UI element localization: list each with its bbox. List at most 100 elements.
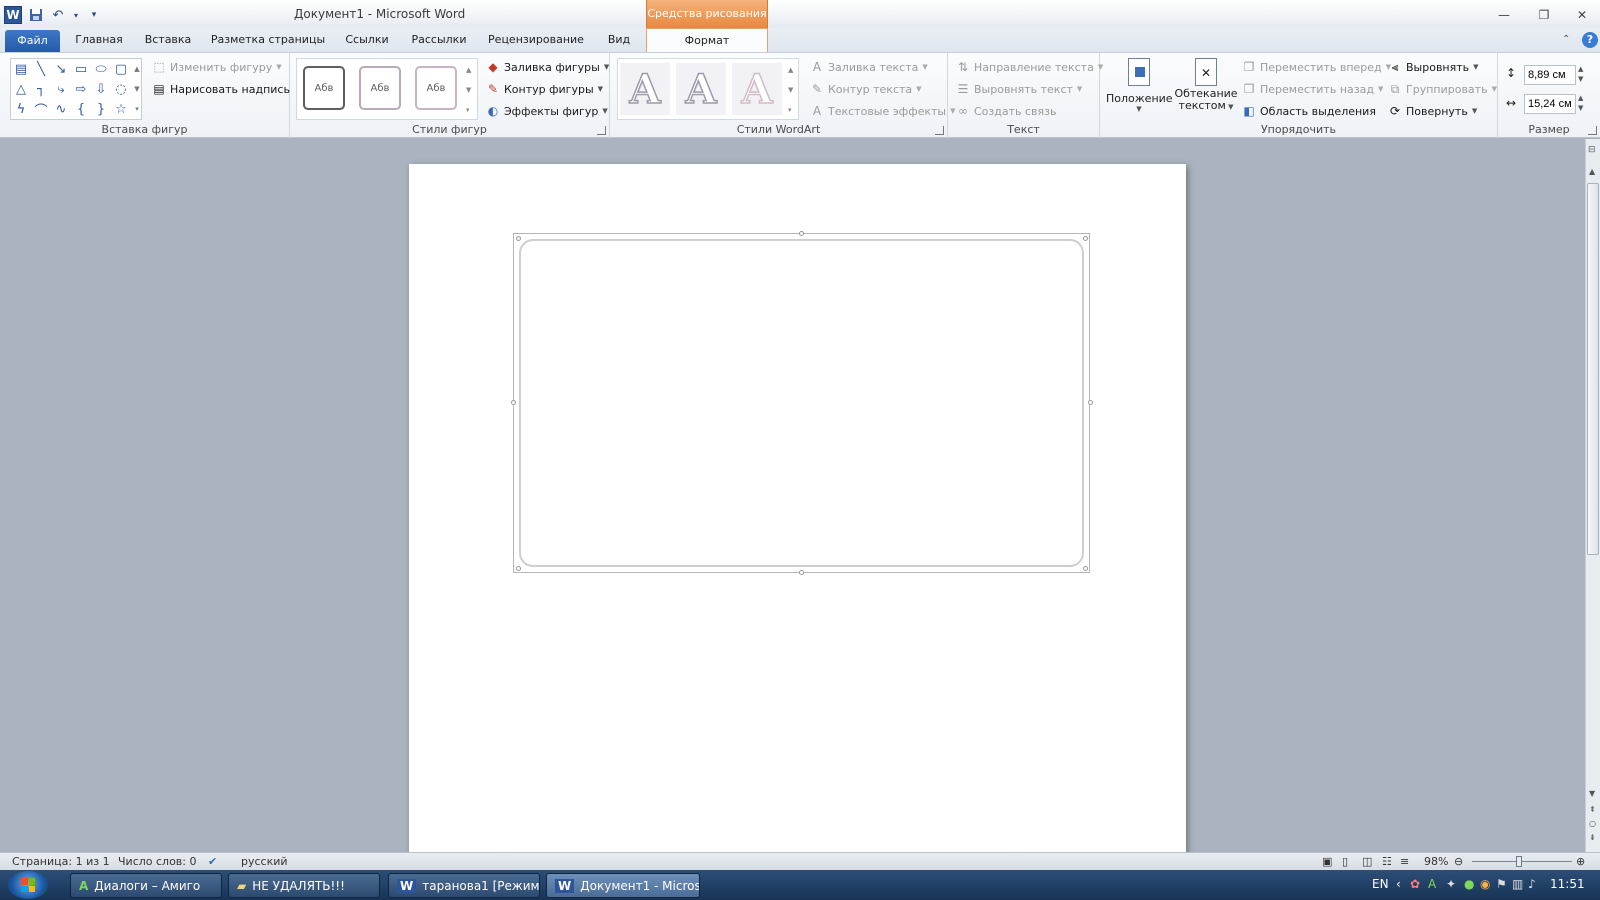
shape-effects-button[interactable]: ◐ Эффекты фигур ▼ (486, 104, 608, 118)
rectangle-shape-icon[interactable]: ▭ (72, 60, 90, 78)
tab-mailings[interactable]: Рассылки (404, 28, 474, 52)
tab-insert[interactable]: Вставка (138, 28, 198, 52)
save-icon[interactable] (28, 7, 44, 23)
bring-forward-button[interactable]: ❐ Переместить вперед ▼ (1242, 60, 1391, 74)
triangle-shape-icon[interactable]: △ (12, 80, 30, 98)
tab-review[interactable]: Рецензирование (482, 28, 590, 52)
tray-update-icon[interactable]: ◉ (1480, 877, 1490, 891)
maximize-button[interactable]: ❐ (1526, 4, 1562, 26)
word-app-icon[interactable]: W (4, 6, 22, 24)
draft-view-icon[interactable]: ≡ (1400, 855, 1409, 868)
zoom-slider-thumb[interactable] (1516, 856, 1522, 867)
text-direction-button[interactable]: ⇅ Направление текста ▼ (956, 60, 1103, 74)
keyboard-language[interactable]: EN (1372, 877, 1389, 891)
height-spinner-icon[interactable]: ▲ ▼ (1578, 64, 1583, 84)
tab-page-layout[interactable]: Разметка страницы (206, 28, 330, 52)
tab-home[interactable]: Главная (68, 28, 130, 52)
customize-qat-icon[interactable]: ▾ (86, 7, 102, 23)
align-text-button[interactable]: ☰ Выровнять текст ▼ (956, 82, 1083, 96)
zoom-out-icon[interactable]: ⊖ (1454, 855, 1463, 868)
shape-style-1[interactable]: Абв (303, 66, 345, 110)
wordart-style-1[interactable]: A (620, 63, 670, 115)
resize-handle-s[interactable] (799, 570, 804, 575)
outline-view-icon[interactable]: ☷ (1382, 855, 1392, 868)
shapes-gallery[interactable]: ▤ ╲ ↘ ▭ ⬭ ▢ △ ┐ ⤷ ⇨ ⇩ ◌ ϟ ⌒ ∿ { } ☆ ▲ ▼ … (10, 58, 142, 120)
resize-handle-ne[interactable] (1083, 236, 1088, 241)
dialog-launcher-icon[interactable] (935, 126, 944, 135)
help-icon[interactable]: ? (1582, 32, 1598, 48)
down-arrow-shape-icon[interactable]: ⇩ (92, 80, 110, 98)
dialog-launcher-icon[interactable] (1588, 126, 1597, 135)
network-icon[interactable]: ▥ (1512, 877, 1523, 891)
vertical-scrollbar[interactable]: ⊟ ▲ ▼ ⇞ ○ ⇟ (1585, 139, 1600, 852)
browse-object-icon[interactable]: ○ (1589, 819, 1596, 828)
right-arrow-shape-icon[interactable]: ⇨ (72, 80, 90, 98)
tab-references[interactable]: Ссылки (338, 28, 396, 52)
resize-handle-e[interactable] (1088, 400, 1093, 405)
resize-handle-nw[interactable] (516, 236, 521, 241)
shape-width-input[interactable] (1524, 94, 1576, 114)
draw-textbox-button[interactable]: ▤ Нарисовать надпись (152, 82, 290, 96)
show-hidden-icons-icon[interactable]: ‹ (1396, 877, 1401, 891)
arc-shape-icon[interactable]: ⌒ (32, 100, 50, 119)
tray-app-icon[interactable]: ✿ (1410, 877, 1420, 891)
wordart-style-3[interactable]: A (732, 63, 782, 115)
flag-icon[interactable]: ⚑ (1496, 877, 1507, 891)
tray-tool-icon[interactable]: ✦ (1446, 877, 1456, 891)
resize-handle-w[interactable] (511, 400, 516, 405)
oval-shape-icon[interactable]: ⬭ (92, 60, 110, 78)
tray-shield-icon[interactable]: ● (1464, 877, 1474, 891)
zoom-in-icon[interactable]: ⊕ (1576, 855, 1585, 868)
ruler-toggle-icon[interactable]: ⊟ (1588, 145, 1596, 155)
curve-shape-icon[interactable]: ∿ (52, 100, 70, 118)
undo-icon[interactable]: ↶ (50, 7, 66, 23)
rounded-rect-shape-icon[interactable]: ▢ (112, 60, 130, 78)
zoom-level[interactable]: 98% (1424, 855, 1448, 868)
wordart-scroll-icon[interactable]: ▲ ▼ ▾ (788, 60, 793, 120)
taskbar-item-word-doc[interactable]: W таранова1 [Режим о... (388, 873, 540, 898)
text-fill-button[interactable]: A Заливка текста ▼ (810, 60, 928, 74)
taskbar-item-document1[interactable]: W Документ1 - Micros... (546, 873, 700, 898)
star-shape-icon[interactable]: ☆ (112, 100, 130, 118)
resize-handle-sw[interactable] (516, 566, 521, 571)
dialog-launcher-icon[interactable] (597, 126, 606, 135)
styles-scroll-icon[interactable]: ▲ ▼ ▾ (466, 60, 471, 120)
group-button[interactable]: ⧉ Группировать ▼ (1388, 82, 1497, 96)
elbow-arrow-connector-icon[interactable]: ⤷ (52, 80, 70, 98)
text-effects-button[interactable]: A Текстовые эффекты ▼ (810, 104, 956, 118)
scroll-down-arrow-icon[interactable]: ▼ (1589, 789, 1595, 798)
elbow-connector-icon[interactable]: ┐ (32, 80, 50, 98)
taskbar-item-amigo[interactable]: A Диалоги – Амиго (70, 873, 222, 898)
scribble-shape-icon[interactable]: ϟ (12, 100, 30, 118)
scroll-up-arrow-icon[interactable]: ▲ (1589, 167, 1595, 176)
shape-style-3[interactable]: Абв (415, 66, 457, 110)
scroll-down-icon[interactable]: ▼ (132, 80, 142, 98)
word-count[interactable]: Число слов: 0 (118, 855, 197, 868)
web-layout-icon[interactable]: ◫ (1362, 855, 1372, 868)
textbox-shape-icon[interactable]: ▤ (12, 60, 30, 78)
resize-handle-n[interactable] (799, 231, 804, 236)
rounded-rectangle-shape[interactable] (519, 239, 1084, 567)
freeform-shape-icon[interactable]: ◌ (112, 80, 130, 98)
scroll-up-icon[interactable]: ▲ (132, 60, 142, 78)
arrow-line-shape-icon[interactable]: ↘ (52, 60, 70, 78)
tab-format[interactable]: Формат (646, 28, 768, 53)
tray-amigo-icon[interactable]: A (1428, 877, 1436, 891)
clock[interactable]: 11:51 (1550, 877, 1585, 891)
close-button[interactable]: ✕ (1564, 4, 1600, 26)
selection-pane-button[interactable]: ◧ Область выделения (1242, 104, 1376, 118)
width-spinner-icon[interactable]: ▲ ▼ (1578, 93, 1583, 113)
collapse-ribbon-icon[interactable]: ⌃ (1562, 34, 1570, 45)
shape-height-input[interactable] (1524, 65, 1576, 85)
position-button[interactable]: Положение ▼ (1106, 56, 1173, 122)
shape-fill-button[interactable]: ◆ Заливка фигуры ▼ (486, 60, 609, 74)
more-shapes-icon[interactable]: ▾ (132, 100, 142, 118)
right-brace-shape-icon[interactable]: } (92, 100, 110, 118)
shape-style-2[interactable]: Абв (359, 66, 401, 110)
start-button[interactable] (8, 871, 48, 899)
rotate-button[interactable]: ⟳ Повернуть ▼ (1388, 104, 1477, 118)
taskbar-item-folder[interactable]: ▰ НЕ УДАЛЯТЬ!!! (228, 873, 380, 898)
text-outline-button[interactable]: ✎ Контур текста ▼ (810, 82, 922, 96)
create-link-button[interactable]: ∞ Создать связь (956, 104, 1056, 118)
line-shape-icon[interactable]: ╲ (32, 60, 50, 78)
